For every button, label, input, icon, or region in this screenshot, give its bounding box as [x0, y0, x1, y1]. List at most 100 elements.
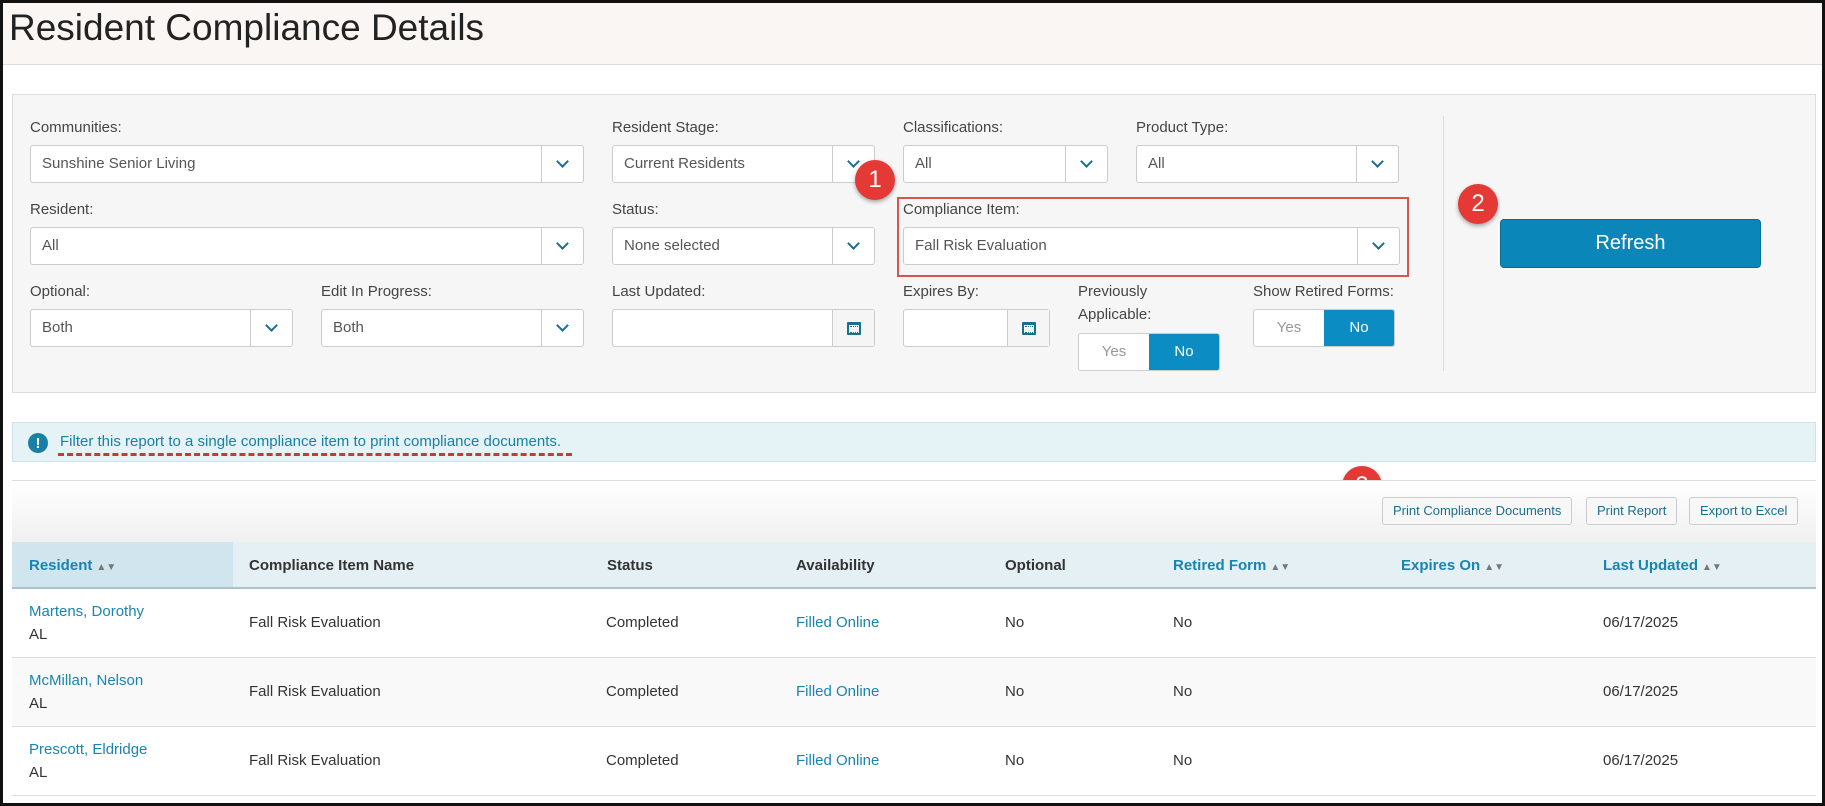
- table-row: McMillan, Nelson AL Fall Risk Evaluation…: [12, 658, 1816, 727]
- classifications-label: Classifications:: [903, 119, 1004, 136]
- previously-applicable-label-2: Applicable:: [1078, 306, 1152, 323]
- compliance-item-cell: Fall Risk Evaluation: [249, 683, 381, 700]
- previously-applicable-label-1: Previously: [1078, 283, 1148, 300]
- header-expires-on[interactable]: Expires On ▲▼: [1401, 557, 1504, 574]
- calendar-icon[interactable]: [832, 310, 874, 346]
- resident-label: Resident:: [30, 201, 94, 218]
- show-retired-forms-toggle[interactable]: Yes No: [1253, 309, 1395, 347]
- classifications-select[interactable]: All: [903, 145, 1108, 183]
- last-updated-cell: 06/17/2025: [1603, 683, 1679, 700]
- last-updated-label: Last Updated:: [612, 283, 706, 300]
- info-text[interactable]: Filter this report to a single complianc…: [60, 433, 561, 450]
- communities-value: Sunshine Senior Living: [42, 155, 196, 172]
- table-header: Resident ▲▼ Compliance Item Name Status A…: [12, 542, 1816, 589]
- resident-link[interactable]: Prescott, Eldridge: [29, 741, 147, 758]
- retired-form-cell: No: [1173, 614, 1193, 631]
- header-last-updated[interactable]: Last Updated ▲▼: [1603, 557, 1722, 574]
- resident-stage-select[interactable]: Current Residents: [612, 145, 875, 183]
- sort-icon: ▲▼: [1484, 562, 1504, 573]
- communities-select[interactable]: Sunshine Senior Living: [30, 145, 584, 183]
- header-retired-form-label: Retired Form: [1173, 557, 1267, 574]
- chevron-down-icon[interactable]: [250, 310, 292, 346]
- product-type-value: All: [1148, 155, 1165, 172]
- calendar-icon[interactable]: [1007, 310, 1049, 346]
- optional-value: Both: [42, 319, 73, 336]
- step-marker-1: 1: [855, 160, 895, 200]
- chevron-down-icon[interactable]: [1065, 146, 1107, 182]
- chevron-down-icon[interactable]: [541, 228, 583, 264]
- availability-link[interactable]: Filled Online: [796, 752, 879, 769]
- optional-cell: No: [1005, 752, 1025, 769]
- chevron-down-icon[interactable]: [541, 310, 583, 346]
- edit-in-progress-label: Edit In Progress:: [321, 283, 432, 300]
- table-row: Martens, Dorothy AL Fall Risk Evaluation…: [12, 589, 1816, 658]
- header-expires-on-label: Expires On: [1401, 557, 1481, 574]
- communities-label: Communities:: [30, 119, 122, 136]
- sort-icon: ▲▼: [1702, 562, 1722, 573]
- edit-in-progress-value: Both: [333, 319, 364, 336]
- product-type-label: Product Type:: [1136, 119, 1229, 136]
- page-title: Resident Compliance Details: [9, 7, 485, 48]
- status-select[interactable]: None selected: [612, 227, 875, 265]
- step-marker-2: 2: [1458, 184, 1498, 224]
- last-updated-cell: 06/17/2025: [1603, 752, 1679, 769]
- optional-cell: No: [1005, 683, 1025, 700]
- chevron-down-icon[interactable]: [1356, 146, 1398, 182]
- product-type-select[interactable]: All: [1136, 145, 1399, 183]
- page-header: Resident Compliance Details: [3, 3, 1822, 65]
- sort-icon: ▲▼: [1270, 562, 1291, 573]
- last-updated-cell: 06/17/2025: [1603, 614, 1679, 631]
- retired-form-cell: No: [1173, 683, 1193, 700]
- export-to-excel-button[interactable]: Export to Excel: [1689, 497, 1799, 525]
- resident-stage-value: Current Residents: [624, 155, 745, 172]
- classifications-value: All: [915, 155, 932, 172]
- expires-by-label: Expires By:: [903, 283, 979, 300]
- show-retired-forms-no[interactable]: No: [1324, 310, 1394, 346]
- optional-cell: No: [1005, 614, 1025, 631]
- optional-select[interactable]: Both: [30, 309, 293, 347]
- availability-link[interactable]: Filled Online: [796, 683, 879, 700]
- header-compliance-item: Compliance Item Name: [249, 557, 415, 574]
- header-resident[interactable]: Resident ▲▼: [29, 557, 116, 574]
- status-label: Status:: [612, 201, 659, 218]
- chevron-down-icon[interactable]: [541, 146, 583, 182]
- header-resident-label: Resident: [29, 557, 93, 574]
- print-compliance-documents-button[interactable]: Print Compliance Documents: [1382, 497, 1573, 525]
- last-updated-input[interactable]: [612, 309, 875, 347]
- info-text-underline: [58, 453, 572, 456]
- info-banner: ! Filter this report to a single complia…: [12, 422, 1816, 462]
- status-cell: Completed: [606, 752, 679, 769]
- table-row: Prescott, Eldridge AL Fall Risk Evaluati…: [12, 727, 1816, 796]
- divider: [1443, 116, 1444, 371]
- retired-form-cell: No: [1173, 752, 1193, 769]
- refresh-button[interactable]: Refresh: [1500, 219, 1761, 268]
- edit-in-progress-select[interactable]: Both: [321, 309, 584, 347]
- previously-applicable-yes[interactable]: Yes: [1079, 334, 1149, 370]
- chevron-down-icon[interactable]: [832, 228, 874, 264]
- availability-link[interactable]: Filled Online: [796, 614, 879, 631]
- header-availability: Availability: [796, 557, 875, 574]
- expires-by-input[interactable]: [903, 309, 1050, 347]
- header-optional: Optional: [1005, 557, 1066, 574]
- status-value: None selected: [624, 237, 720, 254]
- show-retired-forms-label: Show Retired Forms:: [1253, 283, 1394, 300]
- resident-level: AL: [29, 626, 48, 643]
- show-retired-forms-yes[interactable]: Yes: [1254, 310, 1324, 346]
- compliance-item-highlight: [897, 197, 1409, 277]
- previously-applicable-toggle[interactable]: Yes No: [1078, 333, 1220, 371]
- print-report-button[interactable]: Print Report: [1586, 497, 1678, 525]
- compliance-item-cell: Fall Risk Evaluation: [249, 614, 381, 631]
- header-retired-form[interactable]: Retired Form ▲▼: [1173, 557, 1290, 574]
- status-cell: Completed: [606, 683, 679, 700]
- header-status: Status: [607, 557, 653, 574]
- previously-applicable-no[interactable]: No: [1149, 334, 1219, 370]
- resident-link[interactable]: Martens, Dorothy: [29, 603, 144, 620]
- resident-select[interactable]: All: [30, 227, 584, 265]
- status-cell: Completed: [606, 614, 679, 631]
- info-icon: !: [28, 433, 48, 453]
- resident-level: AL: [29, 695, 48, 712]
- resident-stage-label: Resident Stage:: [612, 119, 719, 136]
- resident-level: AL: [29, 764, 48, 781]
- resident-link[interactable]: McMillan, Nelson: [29, 672, 143, 689]
- compliance-item-cell: Fall Risk Evaluation: [249, 752, 381, 769]
